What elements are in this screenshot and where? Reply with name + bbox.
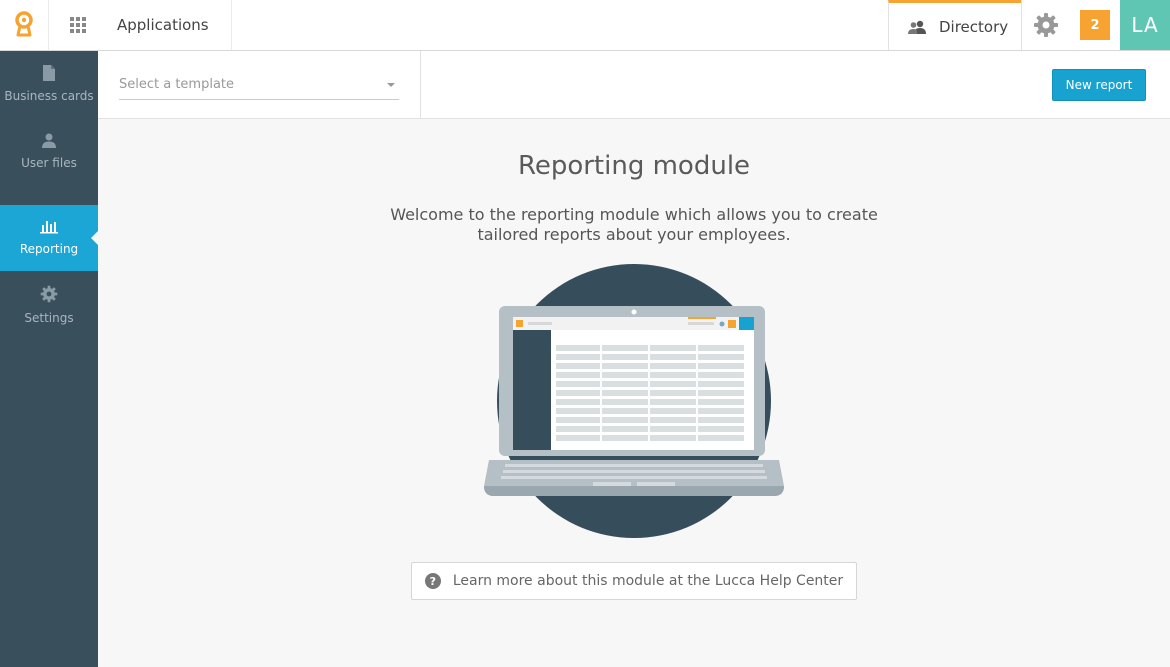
page-title: Reporting module bbox=[517, 151, 751, 181]
notification-badge: 2 bbox=[1080, 10, 1110, 40]
toolbar: Select a template New report bbox=[98, 51, 1170, 119]
top-bar: Applications Directory 2 LA bbox=[0, 0, 1170, 51]
help-center-link[interactable]: ? Learn more about this module at the Lu… bbox=[411, 562, 857, 600]
help-center-label: Learn more about this module at the Lucc… bbox=[452, 573, 844, 589]
sidebar-item-reporting[interactable]: Reporting bbox=[0, 205, 98, 271]
apps-grid-icon bbox=[69, 17, 86, 33]
sidebar-item-label: Business cards bbox=[4, 89, 94, 103]
gear-icon bbox=[1034, 13, 1058, 37]
directory-button[interactable]: Directory bbox=[888, 0, 1021, 50]
template-select[interactable]: Select a template bbox=[119, 73, 399, 100]
chevron-down-icon bbox=[387, 83, 395, 87]
apps-grid-button[interactable] bbox=[49, 0, 106, 50]
user-avatar[interactable]: LA bbox=[1120, 0, 1170, 50]
sidebar-item-settings[interactable]: Settings bbox=[0, 272, 98, 338]
sidebar-item-label: User files bbox=[21, 155, 77, 170]
gear-icon bbox=[40, 285, 58, 303]
notifications-button[interactable]: 2 bbox=[1070, 0, 1120, 50]
toolbar-divider bbox=[420, 51, 421, 119]
bar-chart-icon bbox=[40, 221, 58, 234]
new-report-button[interactable]: New report bbox=[1052, 69, 1146, 101]
people-icon bbox=[908, 20, 926, 34]
settings-button[interactable] bbox=[1021, 0, 1070, 50]
sidebar: Business cards User files Reporting Sett… bbox=[0, 51, 98, 667]
sidebar-item-business-cards[interactable]: Business cards bbox=[0, 51, 98, 117]
document-icon bbox=[43, 65, 55, 81]
app-title[interactable]: Applications bbox=[106, 0, 232, 50]
question-icon: ? bbox=[424, 573, 441, 589]
logo-icon bbox=[15, 11, 33, 37]
module-description: Welcome to the reporting module which al… bbox=[390, 205, 878, 244]
sidebar-item-user-files[interactable]: User files bbox=[0, 118, 98, 184]
template-select-placeholder: Select a template bbox=[119, 77, 235, 92]
lucca-logo[interactable] bbox=[0, 0, 49, 50]
user-icon bbox=[42, 133, 56, 148]
sidebar-item-label: Settings bbox=[24, 311, 74, 325]
sidebar-item-label: Reporting bbox=[19, 242, 79, 256]
laptop-illustration bbox=[484, 264, 784, 538]
main-content: Reporting module Welcome to the reportin… bbox=[98, 119, 1170, 667]
directory-label: Directory bbox=[939, 17, 1009, 36]
